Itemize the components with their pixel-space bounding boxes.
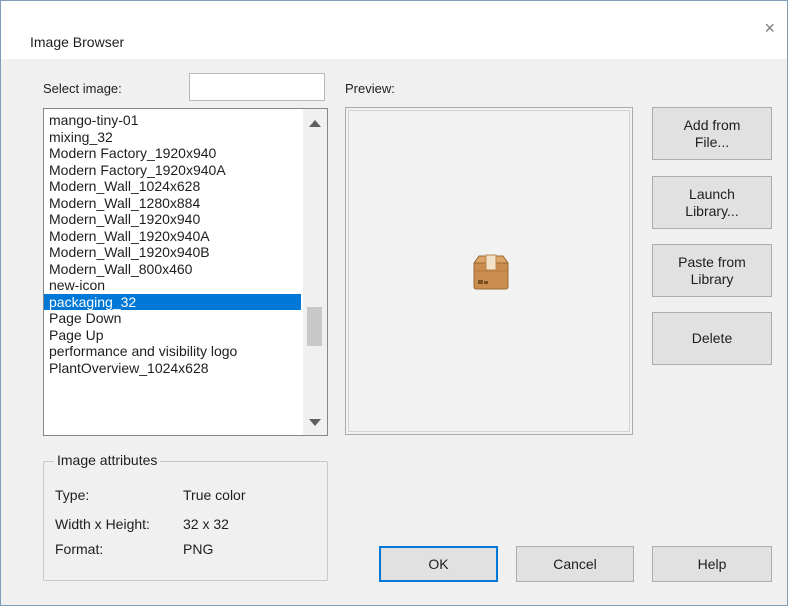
- image-list: mango-tiny-01 mixing_32 Modern Factory_192…: [44, 112, 301, 376]
- list-item[interactable]: Modern_Wall_1920x940B: [44, 244, 301, 261]
- add-from-file-button[interactable]: Add from File...: [652, 107, 772, 160]
- scroll-up-icon[interactable]: [309, 120, 321, 127]
- help-button[interactable]: Help: [652, 546, 772, 582]
- preview-canvas: [348, 110, 630, 432]
- list-item-selected[interactable]: packaging_32: [44, 293, 301, 310]
- list-item[interactable]: Page Up: [44, 327, 301, 344]
- list-item[interactable]: PlantOverview_1024x628: [44, 360, 301, 377]
- image-filter-input[interactable]: [189, 73, 325, 101]
- title-bar: Image Browser ×: [1, 1, 787, 59]
- list-item[interactable]: Page Down: [44, 310, 301, 327]
- list-item[interactable]: Modern_Wall_1920x940A: [44, 228, 301, 245]
- type-value: True color: [183, 487, 246, 503]
- list-scrollbar[interactable]: [303, 109, 327, 435]
- image-attributes-legend: Image attributes: [54, 452, 161, 468]
- list-item[interactable]: mixing_32: [44, 129, 301, 146]
- type-label: Type:: [55, 487, 90, 503]
- list-item[interactable]: mango-tiny-01: [44, 112, 301, 129]
- list-item[interactable]: Modern_Wall_1024x628: [44, 178, 301, 195]
- list-item[interactable]: Modern Factory_1920x940A: [44, 162, 301, 179]
- format-value: PNG: [183, 541, 214, 557]
- preview-pane: [345, 107, 633, 435]
- close-icon[interactable]: ×: [764, 19, 775, 37]
- list-item[interactable]: Modern_Wall_1920x940: [44, 211, 301, 228]
- scroll-thumb[interactable]: [307, 307, 322, 346]
- select-image-label: Select image:: [43, 81, 122, 96]
- cancel-button[interactable]: Cancel: [516, 546, 634, 582]
- package-box-icon: [473, 254, 509, 290]
- image-attributes-group: Image attributes Type: True color Width …: [43, 452, 328, 581]
- format-label: Format:: [55, 541, 104, 557]
- image-listbox[interactable]: mango-tiny-01 mixing_32 Modern Factory_192…: [43, 108, 328, 436]
- launch-library-button[interactable]: Launch Library...: [652, 176, 772, 229]
- delete-button[interactable]: Delete: [652, 312, 772, 365]
- dialog-title: Image Browser: [30, 34, 125, 50]
- list-item[interactable]: new-icon: [44, 277, 301, 294]
- preview-label: Preview:: [345, 81, 395, 96]
- paste-from-library-button[interactable]: Paste from Library: [652, 244, 772, 297]
- image-browser-dialog: Image Browser × Select image: Preview: m…: [0, 0, 788, 606]
- list-item[interactable]: Modern Factory_1920x940: [44, 145, 301, 162]
- size-label: Width x Height:: [55, 516, 150, 532]
- ok-button[interactable]: OK: [379, 546, 498, 582]
- list-item[interactable]: Modern_Wall_1280x884: [44, 195, 301, 212]
- scroll-down-icon[interactable]: [309, 419, 321, 426]
- list-item[interactable]: performance and visibility logo: [44, 343, 301, 360]
- list-item[interactable]: Modern_Wall_800x460: [44, 261, 301, 278]
- size-value: 32 x 32: [183, 516, 229, 532]
